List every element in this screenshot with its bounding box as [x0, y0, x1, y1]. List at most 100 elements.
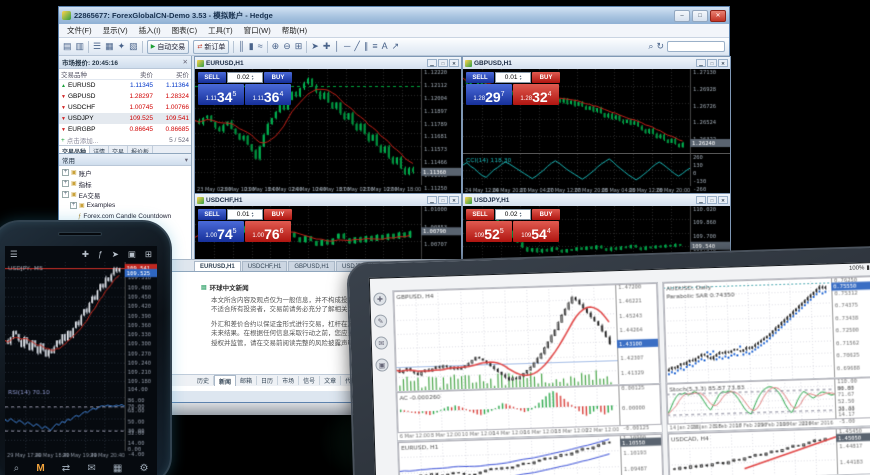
close-icon[interactable]: ✕	[718, 196, 728, 204]
buy-button[interactable]: BUY	[532, 209, 560, 220]
tree-expander-icon[interactable]: +	[62, 180, 69, 187]
market-watch-row-usdchf[interactable]: ▼USDCHF1.007451.00766	[59, 102, 191, 113]
sell-price-box[interactable]: 1.11345	[198, 84, 244, 105]
data-window-icon[interactable]: ▦	[105, 42, 114, 51]
sell-button[interactable]: SELL	[466, 209, 494, 220]
search-input[interactable]	[667, 41, 725, 52]
restore-icon[interactable]: □	[438, 196, 448, 204]
windows-icon[interactable]: ▣	[375, 358, 388, 371]
sell-button[interactable]: SELL	[198, 209, 226, 220]
tree-expander-icon[interactable]: +	[70, 202, 77, 209]
autotrading-button[interactable]: ▶自动交易	[147, 40, 190, 54]
sell-button[interactable]: SELL	[466, 72, 494, 83]
toolbox-tab-3[interactable]: 日历	[257, 376, 278, 385]
quotes-icon[interactable]: ⌕	[14, 464, 20, 474]
sell-price-box[interactable]: 109525	[466, 221, 512, 242]
minimize-icon[interactable]: ▁	[427, 196, 437, 204]
trade-icon[interactable]: ⇄	[62, 464, 70, 474]
chart-line-icon[interactable]: ≈	[258, 42, 263, 51]
buy-price-box[interactable]: 109544	[513, 221, 559, 242]
channel-icon[interactable]: ∥	[364, 42, 369, 51]
tablet-eurusd-chart[interactable]	[397, 433, 664, 475]
objects-icon[interactable]: ➤	[112, 250, 119, 259]
market-watch-row-usdjpy[interactable]: ▼USDJPY109.525109.541	[59, 113, 191, 124]
phone-usdjpy-chart[interactable]	[5, 262, 157, 386]
profiles-icon[interactable]: ▥	[76, 42, 85, 51]
menu-item-5[interactable]: 窗口(W)	[244, 25, 271, 36]
navigator-header[interactable]: 常用 ▾	[59, 154, 191, 166]
buy-button[interactable]: BUY	[264, 72, 292, 83]
navigator-item-2[interactable]: +▣EA交易	[59, 189, 191, 200]
toolbox-tab-2[interactable]: 邮箱	[236, 376, 257, 385]
market-watch-row-gbpusd[interactable]: ▼GBPUSD1.282971.28324	[59, 91, 191, 102]
new-order-button[interactable]: ⇄新订单	[193, 40, 229, 54]
menu-item-4[interactable]: 工具(T)	[208, 25, 233, 36]
market-watch-row-eurusd[interactable]: ▲EURUSD1.113451.11364	[59, 80, 191, 91]
buy-button[interactable]: BUY	[532, 72, 560, 83]
menu-item-3[interactable]: 图表(C)	[172, 25, 197, 36]
navigator-item-1[interactable]: +▣指标	[59, 178, 191, 189]
tile-windows-icon[interactable]: ⊞	[295, 42, 303, 51]
chart-window-titlebar[interactable]: GBPUSD,H1▁□✕	[463, 57, 730, 69]
tree-expander-icon[interactable]: +	[62, 169, 69, 176]
chart-window-titlebar[interactable]: USDJPY,H1▁□✕	[463, 194, 730, 206]
draw-icon[interactable]: ✎	[374, 314, 387, 327]
text-icon[interactable]: A	[382, 42, 388, 51]
new-order-icon[interactable]: ⊞	[145, 250, 152, 259]
add-symbol-row[interactable]: + 点击添加... 5 / 524	[59, 135, 191, 145]
tablet-gbpusd-chart[interactable]	[392, 282, 661, 392]
maximize-button[interactable]: □	[692, 10, 708, 22]
toolbox-icon[interactable]: ▧	[129, 42, 138, 51]
chart-candles-icon[interactable]: ▮	[249, 42, 254, 51]
toolbox-tab-0[interactable]: 历史	[193, 376, 214, 385]
volume-arrows-icon[interactable]: ▴▾	[251, 75, 253, 81]
arrow-icon[interactable]: ↗	[392, 42, 400, 51]
settings-icon[interactable]: ⚙	[139, 464, 148, 474]
volume-arrows-icon[interactable]: ▴▾	[251, 212, 253, 218]
minimize-icon[interactable]: ▁	[696, 59, 706, 67]
tree-expander-icon[interactable]: +	[62, 191, 69, 198]
navigator-item-3[interactable]: +▣Examples	[59, 200, 191, 211]
phone-rsi-chart[interactable]	[5, 386, 157, 459]
crosshair-icon[interactable]: ✚	[373, 292, 386, 305]
minimize-button[interactable]: –	[674, 10, 690, 22]
zoom-in-icon[interactable]: ⊕	[272, 42, 280, 51]
cursor-icon[interactable]: ➤	[311, 42, 319, 51]
restore-icon[interactable]: □	[707, 196, 717, 204]
buy-price-box[interactable]: 1.11364	[245, 84, 291, 105]
toolbox-tab-1[interactable]: 新闻	[214, 375, 236, 386]
tablet-usdcad-chart[interactable]	[667, 426, 870, 475]
toolbox-tab-5[interactable]: 信号	[299, 376, 320, 385]
minimize-icon[interactable]: ▁	[696, 196, 706, 204]
close-icon[interactable]: ✕	[183, 58, 188, 66]
sell-price-box[interactable]: 1.00745	[198, 221, 244, 242]
horizontal-line-icon[interactable]: ─	[344, 42, 350, 51]
close-button[interactable]: ✕	[710, 10, 726, 22]
volume-stepper[interactable]: 0.01▴▾	[495, 72, 531, 83]
toolbox-tab-6[interactable]: 文章	[320, 376, 341, 385]
volume-stepper[interactable]: 0.02▴▾	[495, 209, 531, 220]
chart-tab-2[interactable]: GBPUSD,H1	[288, 261, 335, 271]
chevron-down-icon[interactable]: ▾	[185, 156, 188, 164]
chat-icon[interactable]: ✉	[87, 464, 95, 474]
volume-stepper[interactable]: 0.01▴▾	[227, 209, 263, 220]
gbp-cci-canvas[interactable]	[463, 153, 730, 194]
sell-price-box[interactable]: 1.28297	[466, 84, 512, 105]
close-icon[interactable]: ✕	[449, 59, 459, 67]
volume-stepper[interactable]: 0.02▴▾	[227, 72, 263, 83]
close-icon[interactable]: ✕	[718, 59, 728, 67]
chart-window-titlebar[interactable]: EURUSD,H1▁□✕	[195, 57, 461, 69]
fibonacci-icon[interactable]: ≡	[372, 42, 377, 51]
market-watch-header[interactable]: 市场报价: 20:45:16 ✕	[59, 56, 191, 69]
volume-arrows-icon[interactable]: ▴▾	[519, 75, 521, 81]
menu-item-0[interactable]: 文件(F)	[67, 25, 92, 36]
menu-item-2[interactable]: 插入(I)	[139, 25, 161, 36]
crosshair-icon[interactable]: ✚	[323, 42, 331, 51]
chart-bars-icon[interactable]: ║	[238, 42, 244, 51]
volume-arrows-icon[interactable]: ▴▾	[519, 212, 521, 218]
chart-tab-1[interactable]: USDCHF,H1	[242, 261, 288, 271]
refresh-icon[interactable]: ↻	[656, 42, 664, 51]
market-watch-icon[interactable]: ☰	[93, 42, 101, 51]
indicators-icon[interactable]: ƒ	[98, 250, 103, 259]
buy-button[interactable]: BUY	[264, 209, 292, 220]
